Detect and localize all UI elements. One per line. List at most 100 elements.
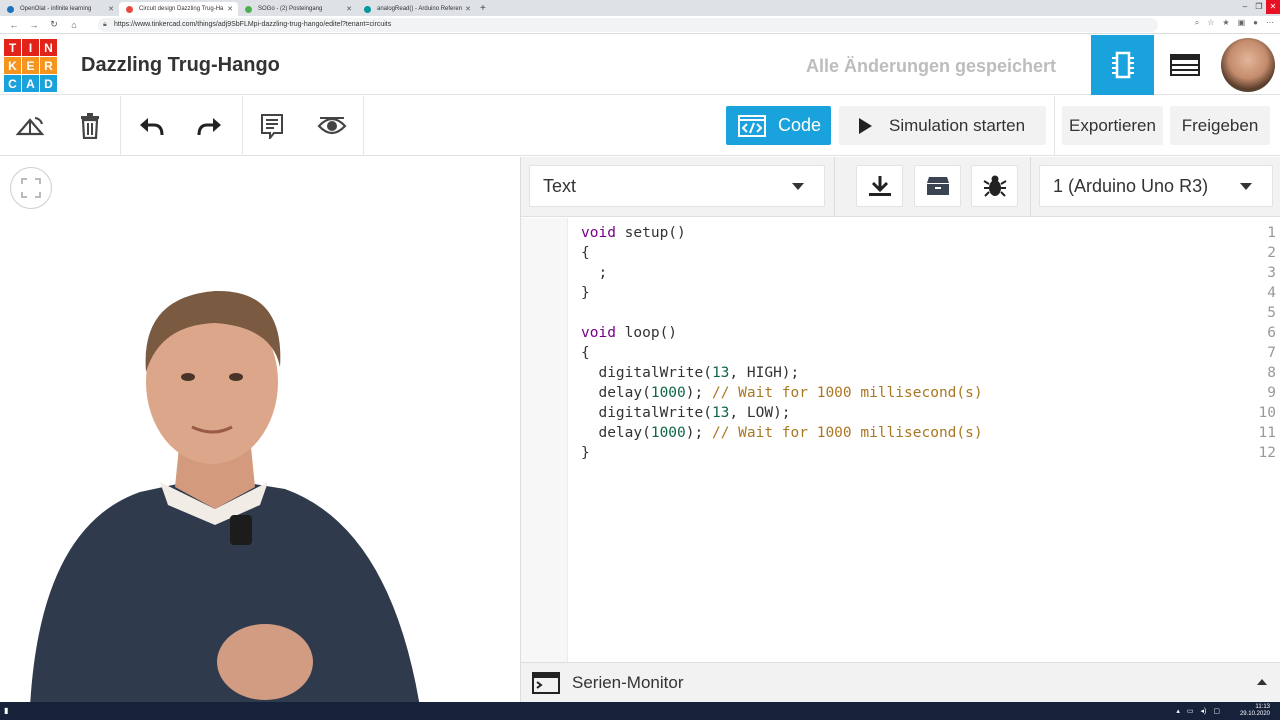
line-number: 3 <box>1267 265 1276 281</box>
url-text: https://www.tinkercad.com/things/adj9SbF… <box>114 21 392 28</box>
favorite-star-icon[interactable]: ☆ <box>1207 18 1214 28</box>
toolbar-divider <box>363 96 364 156</box>
code-text: delay(1000); // Wait for 1000 millisecon… <box>581 425 983 441</box>
more-icon[interactable]: ⋯ <box>1266 18 1274 28</box>
tab-close-icon[interactable]: ✕ <box>465 5 471 13</box>
logo-letter: T <box>4 39 21 56</box>
favorites-icon[interactable]: ★ <box>1222 18 1229 28</box>
table-list-icon <box>1170 54 1200 76</box>
libraries-button[interactable] <box>914 165 961 207</box>
tab-label: analogRead() - Arduino Referen <box>377 6 463 12</box>
logo-letter: K <box>4 57 21 74</box>
system-clock[interactable]: 11:13 29.10.2020 <box>1240 704 1270 718</box>
user-avatar[interactable] <box>1221 38 1275 92</box>
code-text: } <box>581 445 590 461</box>
zoom-to-fit-button[interactable] <box>10 167 52 209</box>
lock-icon: 🔒︎ <box>103 21 107 28</box>
line-number: 7 <box>1267 345 1276 361</box>
chevron-up-icon[interactable] <box>1257 679 1267 685</box>
debugger-button[interactable] <box>971 165 1018 207</box>
network-icon[interactable]: ▭ <box>1187 707 1194 715</box>
editor-toolbar: Code Simulation starten Exportieren Frei… <box>0 96 1280 156</box>
code-button-label: Code <box>778 115 822 135</box>
component-list-button[interactable] <box>1154 35 1216 95</box>
code-line: 9 delay(1000); // Wait for 1000 millisec… <box>521 383 1280 403</box>
serial-monitor-bar[interactable]: Serien-Monitor <box>521 662 1280 702</box>
export-button[interactable]: Exportieren <box>1062 106 1163 145</box>
tab-close-icon[interactable]: ✕ <box>346 5 352 13</box>
code-line: 5 <box>521 303 1280 323</box>
line-number: 2 <box>1267 245 1276 261</box>
code-text: digitalWrite(13, LOW); <box>581 405 791 421</box>
code-text: void loop() <box>581 325 678 341</box>
code-editor[interactable]: 1 void setup() 2{3 ; 4} 5 6 void loop() 7{8 dig… <box>521 218 1280 662</box>
volume-icon[interactable]: ◂) <box>1201 707 1207 715</box>
logo-letter: R <box>40 57 57 74</box>
browser-tabs: OpenOlat - infinite learning ✕ Circuit des… <box>0 0 476 16</box>
circuit-board-icon <box>1111 51 1134 79</box>
browser-tab[interactable]: analogRead() - Arduino Referen ✕ <box>357 2 476 16</box>
share-button[interactable]: Freigeben <box>1170 106 1270 145</box>
code-line: 4} <box>521 283 1280 303</box>
home-icon[interactable]: ⌂ <box>64 20 84 30</box>
collections-icon[interactable]: ▣ <box>1238 18 1246 28</box>
new-tab-icon[interactable]: + <box>480 2 486 16</box>
browser-address-bar: ← → ↻ ⌂ 🔒︎ https://www.tinkercad.com/thi… <box>0 16 1280 34</box>
zoom-icon[interactable]: ⌕ <box>1195 18 1199 28</box>
bug-icon <box>982 175 1007 197</box>
tab-close-icon[interactable]: ✕ <box>108 5 114 13</box>
undo-button[interactable] <box>135 110 167 142</box>
circuit-view-button[interactable] <box>1091 35 1154 95</box>
browser-tab[interactable]: SOGo - (2) Posteingang ✕ <box>238 2 357 16</box>
line-number: 11 <box>1258 425 1276 441</box>
clock-date: 29.10.2020 <box>1239 711 1270 717</box>
play-icon <box>859 117 872 134</box>
tab-favicon-icon <box>7 6 14 13</box>
close-window-icon[interactable]: ✕ <box>1266 0 1280 14</box>
code-line: 11 delay(1000); // Wait for 1000 millise… <box>521 423 1280 443</box>
circuit-canvas[interactable] <box>0 157 520 702</box>
tab-close-icon[interactable]: ✕ <box>227 5 233 13</box>
browser-tab[interactable]: OpenOlat - infinite learning ✕ <box>0 2 119 16</box>
chevron-down-icon <box>792 183 804 190</box>
visibility-button[interactable] <box>316 110 348 142</box>
code-mode-select[interactable]: Text <box>529 165 825 207</box>
forward-icon[interactable]: → <box>24 20 44 30</box>
rotate-button[interactable] <box>14 110 46 142</box>
notification-icon[interactable]: ▢ <box>1213 707 1220 715</box>
code-line: 1 void setup() <box>521 223 1280 243</box>
redo-button[interactable] <box>194 110 226 142</box>
board-select[interactable]: 1 (Arduino Uno R3) <box>1039 165 1273 207</box>
back-icon[interactable]: ← <box>4 20 24 30</box>
url-field[interactable]: 🔒︎ https://www.tinkercad.com/things/adj9… <box>98 18 1158 32</box>
code-text: } <box>581 285 590 301</box>
tinkercad-logo[interactable]: TIN KER CAD <box>4 39 57 92</box>
code-line: 3 ; <box>521 263 1280 283</box>
clock-time: 11:13 <box>1255 704 1270 710</box>
code-panel: Text 1 (Arduino Uno R3) 1 void setup() 2… <box>520 157 1280 702</box>
tab-favicon-icon <box>364 6 371 13</box>
reload-icon[interactable]: ↻ <box>44 19 64 30</box>
line-number: 8 <box>1267 365 1276 381</box>
system-tray-icons: ▴ ▭ ◂) ▢ <box>1176 707 1220 715</box>
browser-tab[interactable]: Circuit design Dazzling Trug-Ha ✕ <box>119 2 238 16</box>
window-controls: – ❐ ✕ <box>1238 0 1280 14</box>
eye-icon <box>317 117 347 135</box>
start-simulation-button[interactable]: Simulation starten <box>839 106 1046 145</box>
download-code-button[interactable] <box>856 165 903 207</box>
project-title[interactable]: Dazzling Trug-Hango <box>81 54 280 77</box>
line-number: 10 <box>1258 405 1276 421</box>
delete-button[interactable] <box>74 110 106 142</box>
code-text: { <box>581 345 590 361</box>
tray-arrow-icon[interactable]: ▴ <box>1176 707 1180 715</box>
maximize-icon[interactable]: ❐ <box>1252 0 1266 14</box>
notes-button[interactable] <box>256 110 288 142</box>
start-icon[interactable]: ▮ <box>4 706 8 715</box>
code-text: digitalWrite(13, HIGH); <box>581 365 800 381</box>
profile-icon[interactable]: ● <box>1253 18 1258 28</box>
code-button[interactable]: Code <box>726 106 831 145</box>
line-number: 12 <box>1258 445 1276 461</box>
rotate-icon <box>15 117 45 136</box>
minimize-icon[interactable]: – <box>1238 0 1252 14</box>
code-line: 10 digitalWrite(13, LOW); <box>521 403 1280 423</box>
